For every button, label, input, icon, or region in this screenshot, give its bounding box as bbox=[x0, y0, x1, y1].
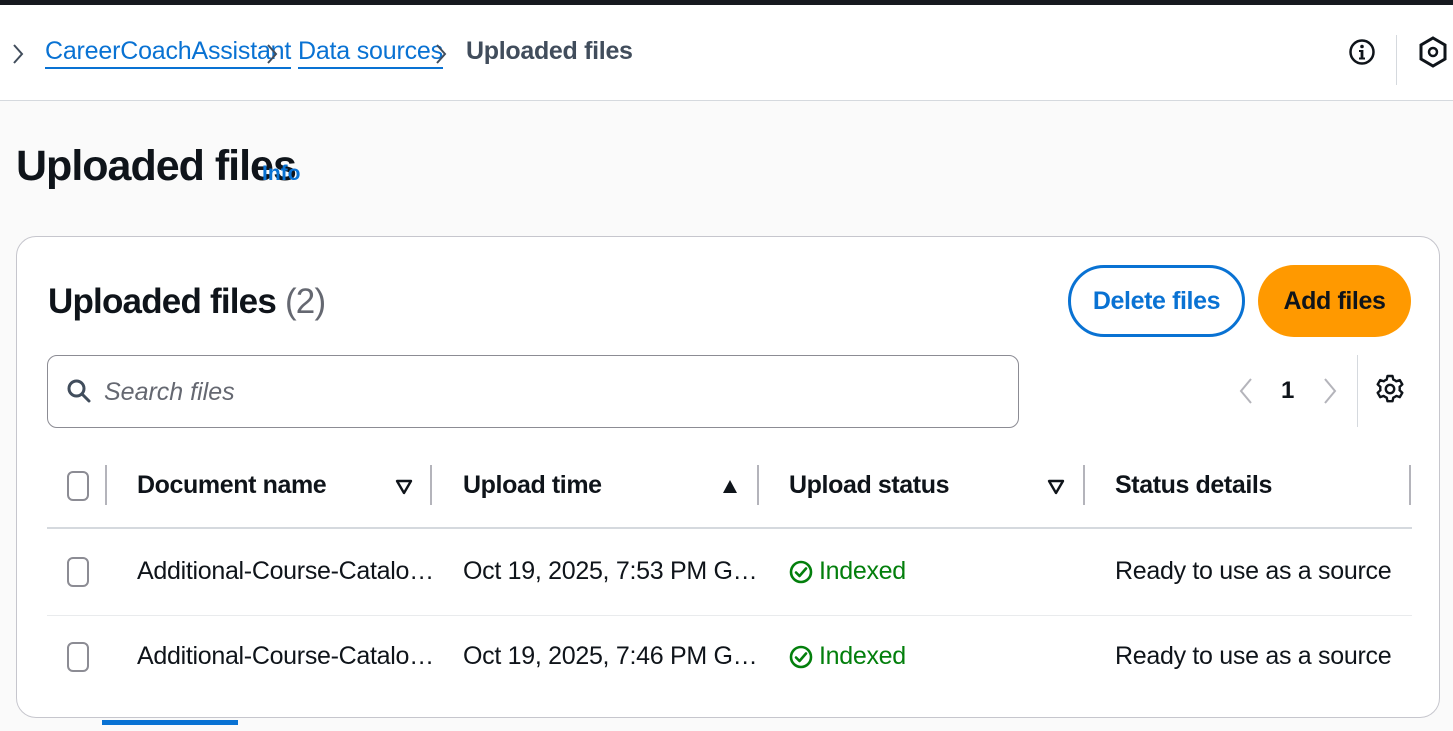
gear-icon[interactable] bbox=[1375, 374, 1405, 404]
chevron-left-icon[interactable] bbox=[1239, 377, 1253, 405]
upload-status-cell: Indexed bbox=[789, 557, 906, 586]
file-count: (2) bbox=[284, 282, 326, 321]
column-header-status-details: Status details bbox=[1115, 471, 1272, 499]
hexagon-icon[interactable] bbox=[1418, 36, 1448, 68]
container-title: Uploaded files (2) bbox=[48, 281, 326, 323]
partially-visible-tab-indicator bbox=[102, 720, 238, 725]
chevron-right-icon[interactable] bbox=[12, 43, 24, 65]
column-header-upload-status[interactable]: Upload status bbox=[789, 471, 950, 500]
document-name-cell: Additional-Course-Catalo… bbox=[137, 642, 434, 670]
pager-divider bbox=[1357, 355, 1358, 427]
sort-descending-icon[interactable] bbox=[394, 477, 414, 497]
delete-files-button[interactable]: Delete files bbox=[1068, 265, 1245, 337]
column-header-document-name[interactable]: Document name bbox=[137, 471, 327, 500]
sort-descending-icon[interactable] bbox=[1046, 477, 1066, 497]
add-files-button[interactable]: Add files bbox=[1258, 265, 1411, 337]
breadcrumb-link-careercoachassistant[interactable]: CareerCoachAssistant bbox=[45, 37, 291, 69]
sort-ascending-icon[interactable] bbox=[720, 477, 740, 497]
chevron-right-icon bbox=[267, 44, 278, 64]
chevron-right-icon[interactable] bbox=[1323, 377, 1337, 405]
container-title-text: Uploaded files bbox=[48, 282, 277, 321]
select-all-checkbox[interactable] bbox=[67, 471, 89, 501]
toolbar-divider bbox=[1396, 35, 1397, 85]
upload-time-cell: Oct 19, 2025, 7:53 PM G… bbox=[463, 557, 758, 585]
column-divider bbox=[105, 465, 107, 505]
status-text: Indexed bbox=[819, 642, 906, 670]
column-divider[interactable] bbox=[430, 465, 432, 505]
status-details-cell: Ready to use as a source bbox=[1115, 642, 1392, 670]
table-row[interactable]: Additional-Course-Catalo… Oct 19, 2025, … bbox=[47, 616, 1412, 702]
document-name-cell: Additional-Course-Catalo… bbox=[137, 557, 434, 585]
search-field[interactable] bbox=[47, 355, 1019, 428]
files-table-container: Uploaded files (2) Delete files Add file… bbox=[16, 236, 1440, 718]
row-checkbox[interactable] bbox=[67, 557, 89, 587]
breadcrumb: CareerCoachAssistant Data sources Upload… bbox=[0, 5, 1453, 101]
breadcrumb-link-data-sources[interactable]: Data sources bbox=[298, 37, 443, 69]
check-circle-icon bbox=[789, 560, 813, 583]
column-header-upload-time[interactable]: Upload time bbox=[463, 471, 602, 500]
row-checkbox[interactable] bbox=[67, 642, 89, 672]
table-header: Document name Upload time Upload status … bbox=[47, 447, 1412, 529]
column-divider[interactable] bbox=[757, 465, 759, 505]
breadcrumb-current: Uploaded files bbox=[466, 37, 633, 65]
table-row[interactable]: Additional-Course-Catalo… Oct 19, 2025, … bbox=[47, 529, 1412, 616]
column-divider[interactable] bbox=[1409, 465, 1411, 505]
info-circle-icon[interactable] bbox=[1348, 38, 1376, 66]
page-number[interactable]: 1 bbox=[1281, 377, 1294, 405]
status-text: Indexed bbox=[819, 557, 906, 585]
upload-status-cell: Indexed bbox=[789, 642, 906, 671]
page-title: Uploaded files bbox=[16, 142, 297, 190]
search-icon bbox=[67, 379, 91, 403]
status-details-cell: Ready to use as a source bbox=[1115, 557, 1392, 585]
chevron-right-icon bbox=[436, 44, 447, 64]
check-circle-icon bbox=[789, 645, 813, 668]
search-input[interactable] bbox=[102, 366, 1006, 418]
upload-time-cell: Oct 19, 2025, 7:46 PM G… bbox=[463, 642, 758, 670]
column-divider[interactable] bbox=[1083, 465, 1085, 505]
info-link[interactable]: Info bbox=[262, 162, 300, 186]
